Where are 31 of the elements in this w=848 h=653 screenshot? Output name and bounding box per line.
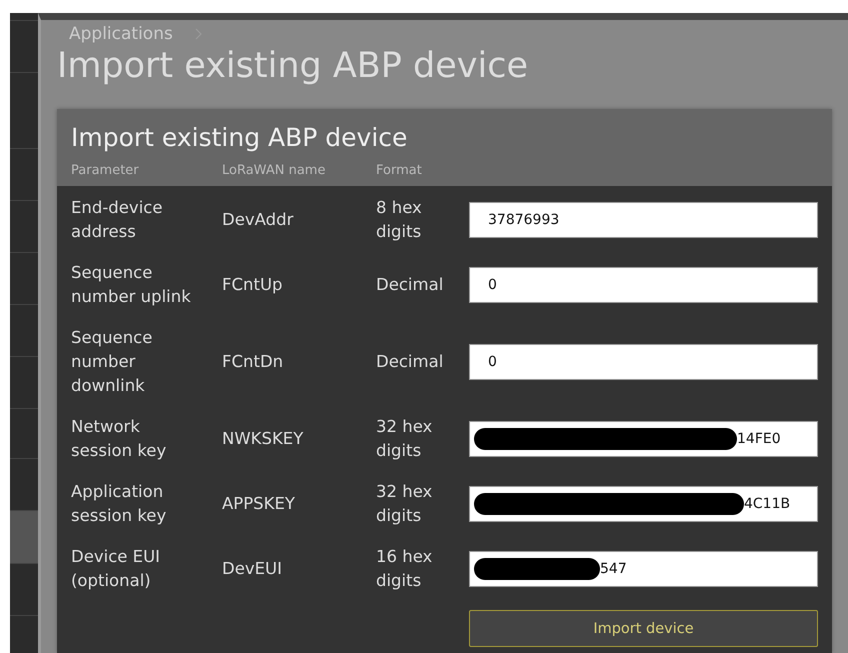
column-header: LoRaWAN name — [222, 163, 326, 179]
card-title: Import existing ABP device — [71, 122, 408, 154]
lorawan-name: NWKSKEY — [222, 428, 304, 450]
column-header: Parameter — [71, 163, 140, 179]
format-label: 16 hex digits — [376, 546, 434, 592]
format-label: 8 hex digits — [376, 197, 423, 243]
lorawan-name: FCntUp — [222, 274, 284, 296]
input-field[interactable]: 14FE0 — [469, 421, 818, 457]
format-label: 32 hex digits — [376, 416, 434, 462]
input-field[interactable]: 37876993 — [469, 202, 818, 238]
input-field[interactable]: 547 — [469, 551, 818, 587]
parameter-label: Application session key — [71, 481, 168, 527]
parameter-label: Sequence number uplink — [71, 262, 192, 308]
input-field[interactable]: 0 — [469, 267, 818, 303]
lorawan-name: DevAddr — [222, 209, 294, 231]
lorawan-name: DevEUI — [222, 558, 283, 580]
lorawan-name: FCntDn — [222, 351, 284, 373]
format-label: 32 hex digits — [376, 481, 434, 527]
format-label: Decimal — [376, 274, 444, 296]
parameter-label: End-device address — [71, 197, 164, 243]
lorawan-name: APPSKEY — [222, 493, 296, 515]
parameter-label: Sequence number downlink — [71, 327, 154, 397]
parameter-label: Network session key — [71, 416, 168, 462]
parameter-label: Device EUI (optional) — [71, 546, 162, 592]
format-label: Decimal — [376, 351, 444, 373]
page-title: Import existing ABP device — [57, 45, 529, 87]
input-field[interactable]: 0 — [469, 344, 818, 380]
import-device-button[interactable]: Import device — [469, 610, 818, 647]
input-field[interactable]: 4C11B — [469, 486, 818, 522]
sidebar-item[interactable] — [10, 510, 38, 563]
column-header: Format — [376, 163, 423, 179]
